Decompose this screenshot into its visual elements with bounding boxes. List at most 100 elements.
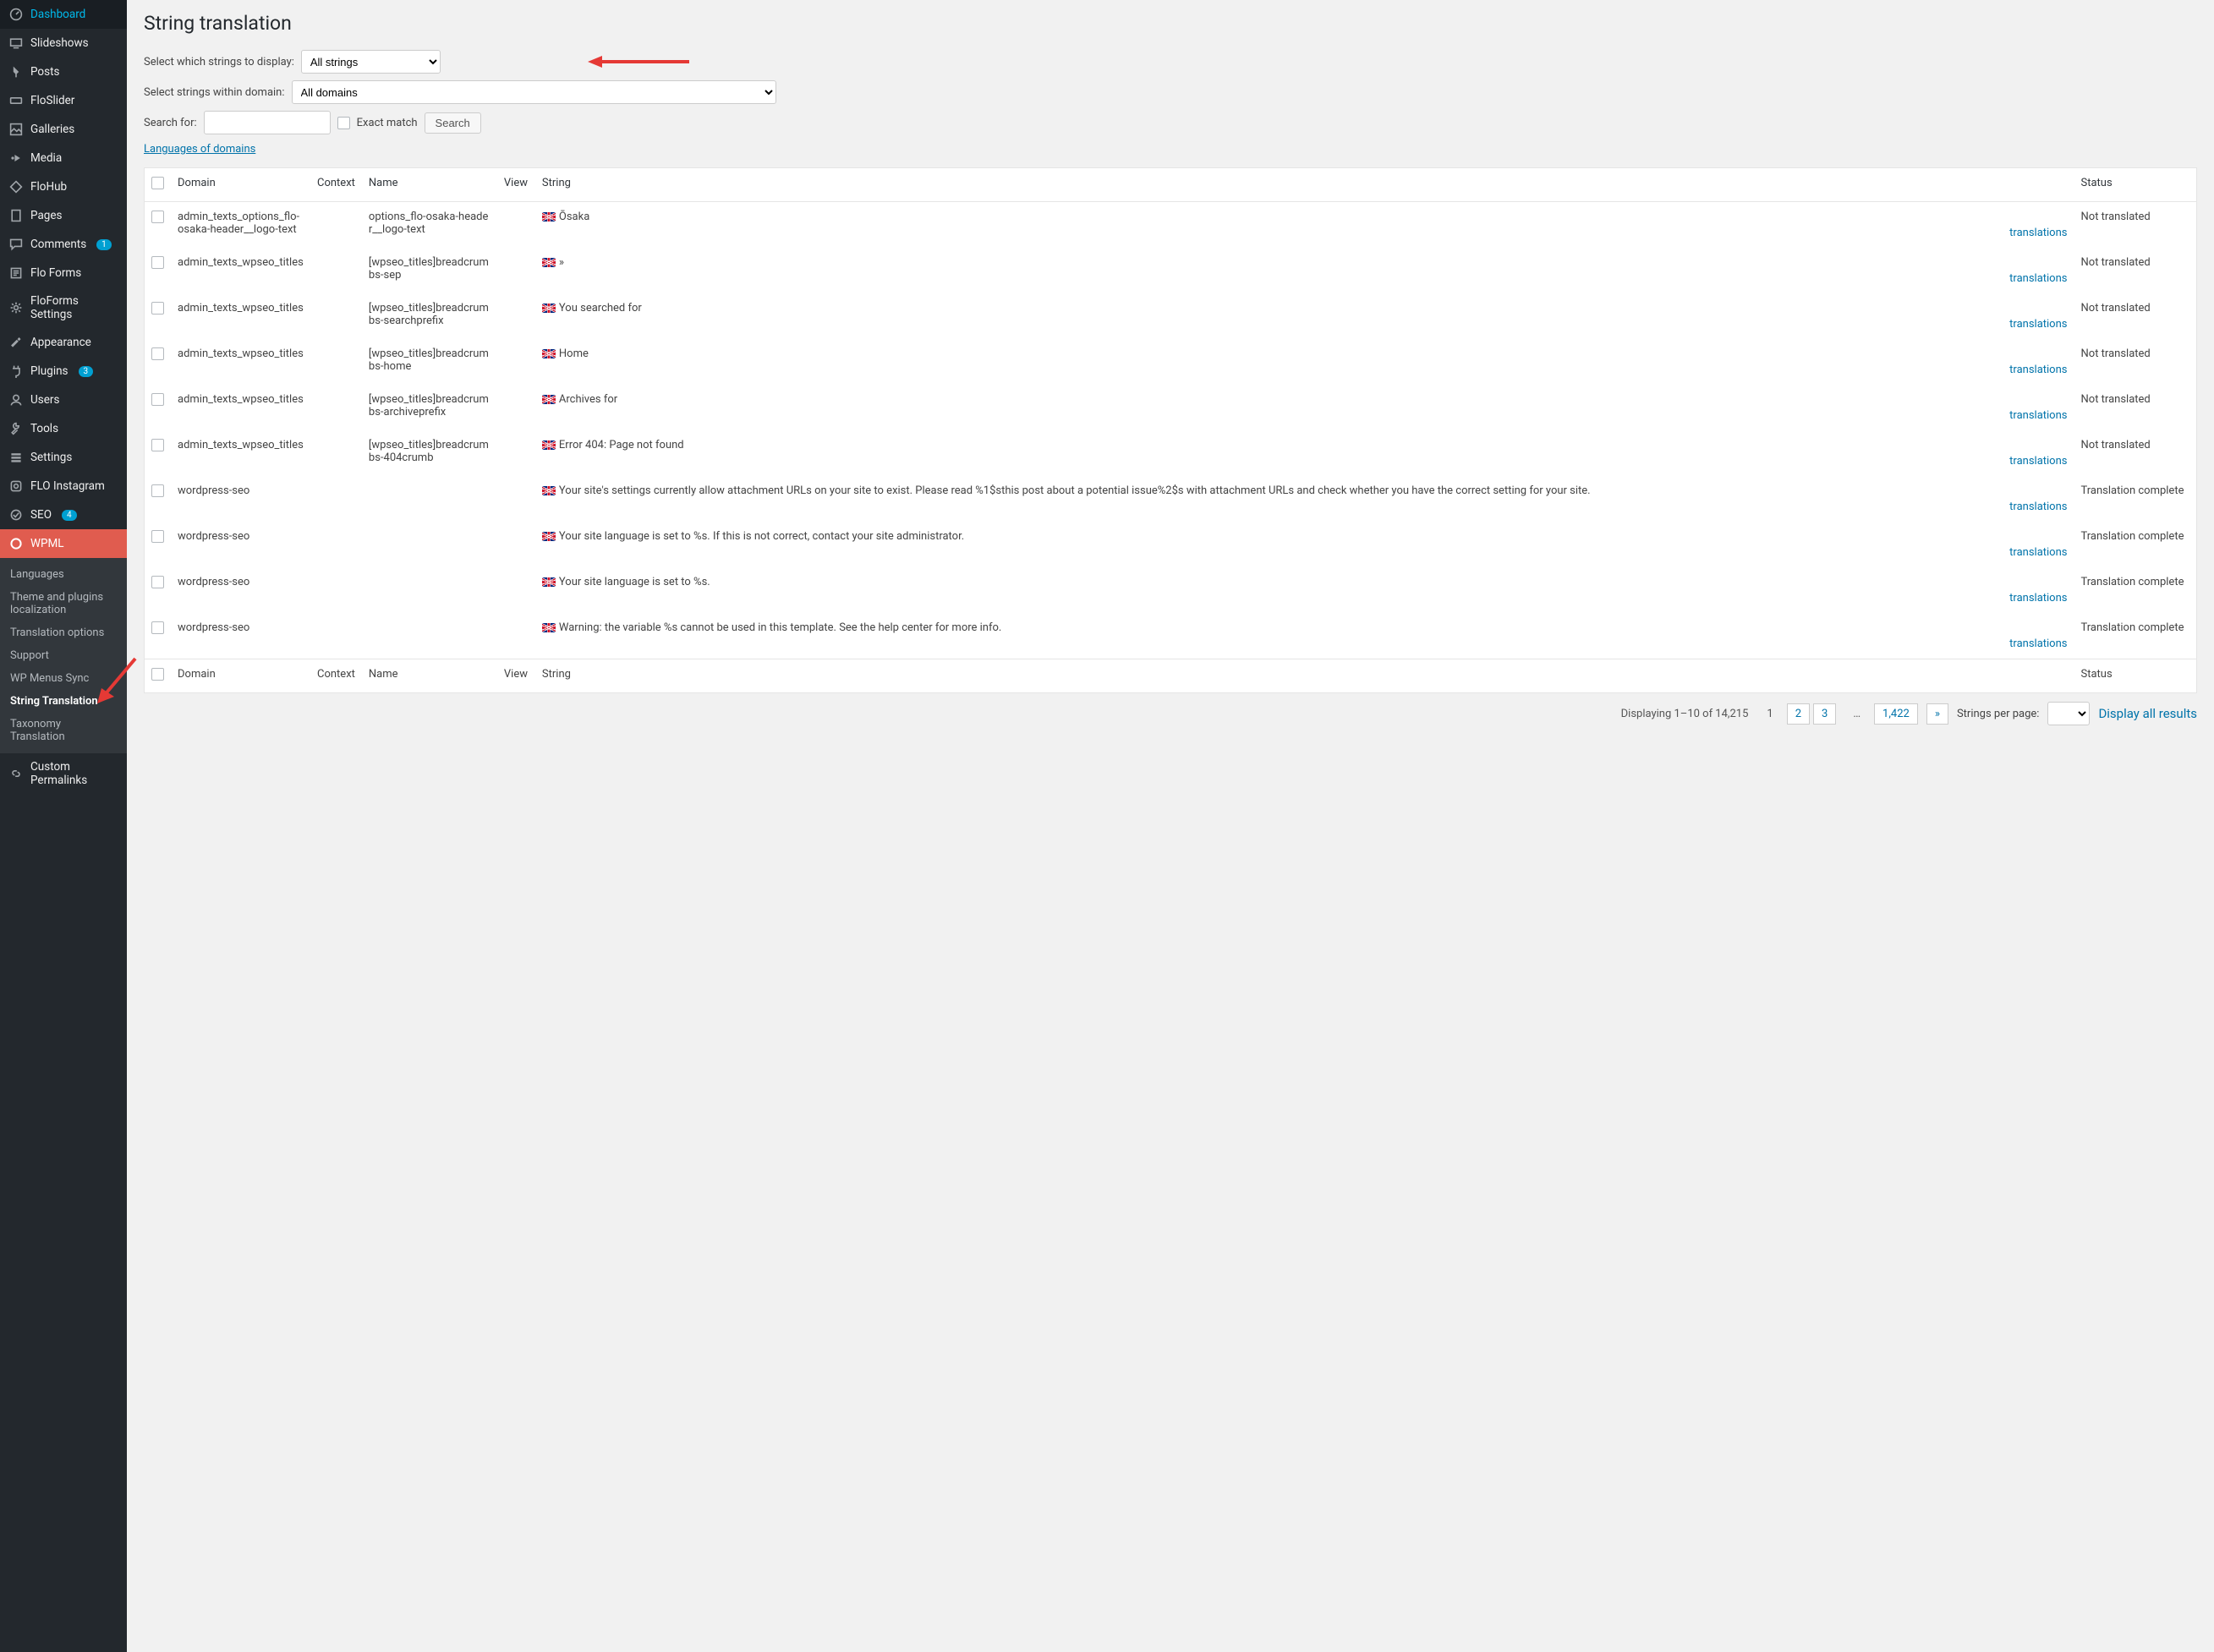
sidebar-item-plugins[interactable]: Plugins3 [0, 357, 127, 386]
cell-status: Translation complete [2074, 522, 2197, 567]
translations-link[interactable]: translations [542, 364, 2068, 376]
select-all-checkbox-footer[interactable] [151, 668, 164, 681]
sidebar-item-label: SEO [30, 508, 52, 522]
page-link[interactable]: 3 [1813, 703, 1836, 725]
admin-sidebar: DashboardSlideshowsPostsFloSliderGalleri… [0, 0, 127, 1652]
languages-of-domains-link[interactable]: Languages of domains [144, 143, 255, 156]
sidebar-item-tools[interactable]: Tools [0, 414, 127, 443]
translations-link[interactable]: translations [542, 546, 2068, 559]
row-checkbox[interactable] [151, 530, 164, 543]
row-checkbox[interactable] [151, 621, 164, 634]
sidebar-item-media[interactable]: Media [0, 144, 127, 172]
page-last[interactable]: 1,422 [1874, 703, 1918, 725]
col-string-footer[interactable]: String [535, 659, 2074, 693]
row-checkbox[interactable] [151, 484, 164, 497]
sidebar-item-comments[interactable]: Comments1 [0, 230, 127, 259]
floslider-icon [8, 93, 24, 108]
col-name-footer[interactable]: Name [362, 659, 497, 693]
per-page-select[interactable]: 10 [2047, 702, 2090, 725]
sidebar-item-floforms-settings[interactable]: FloForms Settings [0, 287, 127, 328]
sidebar-item-slideshows[interactable]: Slideshows [0, 29, 127, 57]
submenu-item-theme-and-plugins-localization[interactable]: Theme and plugins localization [0, 586, 127, 621]
page-next[interactable]: » [1926, 703, 1948, 725]
exact-match-checkbox[interactable] [337, 117, 350, 129]
row-checkbox[interactable] [151, 393, 164, 406]
permalinks-icon [8, 766, 24, 781]
row-checkbox[interactable] [151, 347, 164, 360]
sidebar-item-settings[interactable]: Settings [0, 443, 127, 472]
col-status-footer[interactable]: Status [2074, 659, 2197, 693]
cell-status: Translation complete [2074, 613, 2197, 659]
uk-flag-icon [542, 349, 556, 358]
row-checkbox[interactable] [151, 256, 164, 269]
submenu-item-translation-options[interactable]: Translation options [0, 621, 127, 644]
sidebar-item-label: Comments [30, 238, 86, 251]
translations-link[interactable]: translations [542, 272, 2068, 285]
display-all-link[interactable]: Display all results [2098, 706, 2197, 721]
col-context-footer[interactable]: Context [310, 659, 362, 693]
exact-match-label: Exact match [357, 117, 418, 129]
slideshows-icon [8, 36, 24, 51]
col-string[interactable]: String [535, 168, 2074, 202]
page-link[interactable]: 2 [1787, 703, 1810, 725]
translations-link[interactable]: translations [542, 409, 2068, 422]
row-checkbox[interactable] [151, 576, 164, 588]
submenu-item-string-translation[interactable]: String Translation [0, 690, 127, 713]
row-checkbox[interactable] [151, 211, 164, 223]
cell-view [497, 476, 535, 522]
translations-link[interactable]: translations [542, 318, 2068, 331]
col-view-footer[interactable]: View [497, 659, 535, 693]
sidebar-item-users[interactable]: Users [0, 386, 127, 414]
strings-display-label: Select which strings to display: [144, 56, 294, 68]
page-current: 1 [1762, 704, 1778, 724]
col-domain[interactable]: Domain [171, 168, 310, 202]
col-view[interactable]: View [497, 168, 535, 202]
col-name[interactable]: Name [362, 168, 497, 202]
flohub-icon [8, 179, 24, 194]
cell-string: You searched fortranslations [535, 293, 2074, 339]
translations-link[interactable]: translations [542, 501, 2068, 513]
sidebar-item-posts[interactable]: Posts [0, 57, 127, 86]
sidebar-item-seo[interactable]: SEO4 [0, 501, 127, 529]
users-icon [8, 392, 24, 408]
cell-status: Not translated [2074, 339, 2197, 385]
translations-link[interactable]: translations [542, 592, 2068, 604]
sidebar-item-flohub[interactable]: FloHub [0, 172, 127, 201]
select-all-checkbox[interactable] [151, 177, 164, 189]
search-input[interactable] [204, 111, 331, 134]
cell-status: Not translated [2074, 293, 2197, 339]
dashboard-icon [8, 7, 24, 22]
sidebar-item-custom-permalinks[interactable]: Custom Permalinks [0, 753, 127, 794]
row-checkbox[interactable] [151, 439, 164, 451]
sidebar-item-floslider[interactable]: FloSlider [0, 86, 127, 115]
cell-context [310, 202, 362, 249]
domain-filter-select[interactable]: All domains [292, 80, 776, 104]
sidebar-item-wpml[interactable]: WPML [0, 529, 127, 558]
strings-display-select[interactable]: All strings [301, 50, 441, 74]
string-text: Your site language is set to %s. If this… [559, 530, 964, 543]
col-domain-footer[interactable]: Domain [171, 659, 310, 693]
sidebar-item-flo-instagram[interactable]: FLO Instagram [0, 472, 127, 501]
cell-string: Warning: the variable %s cannot be used … [535, 613, 2074, 659]
search-button[interactable]: Search [425, 112, 481, 134]
translations-link[interactable]: translations [542, 455, 2068, 468]
sidebar-item-dashboard[interactable]: Dashboard [0, 0, 127, 29]
submenu-item-support[interactable]: Support [0, 644, 127, 667]
col-status[interactable]: Status [2074, 168, 2197, 202]
col-context[interactable]: Context [310, 168, 362, 202]
sidebar-item-label: Settings [30, 451, 72, 464]
translations-link[interactable]: translations [542, 637, 2068, 650]
appearance-icon [8, 335, 24, 350]
translations-link[interactable]: translations [542, 227, 2068, 239]
cell-string: Your site language is set to %s.translat… [535, 567, 2074, 613]
row-checkbox[interactable] [151, 302, 164, 315]
sidebar-item-galleries[interactable]: Galleries [0, 115, 127, 144]
submenu-item-wp-menus-sync[interactable]: WP Menus Sync [0, 667, 127, 690]
sidebar-item-flo-forms[interactable]: Flo Forms [0, 259, 127, 287]
sidebar-item-appearance[interactable]: Appearance [0, 328, 127, 357]
string-text: » [559, 256, 564, 269]
submenu-item-languages[interactable]: Languages [0, 563, 127, 586]
sidebar-item-pages[interactable]: Pages [0, 201, 127, 230]
submenu-item-taxonomy-translation[interactable]: Taxonomy Translation [0, 713, 127, 748]
cell-domain: admin_texts_wpseo_titles [171, 385, 310, 430]
